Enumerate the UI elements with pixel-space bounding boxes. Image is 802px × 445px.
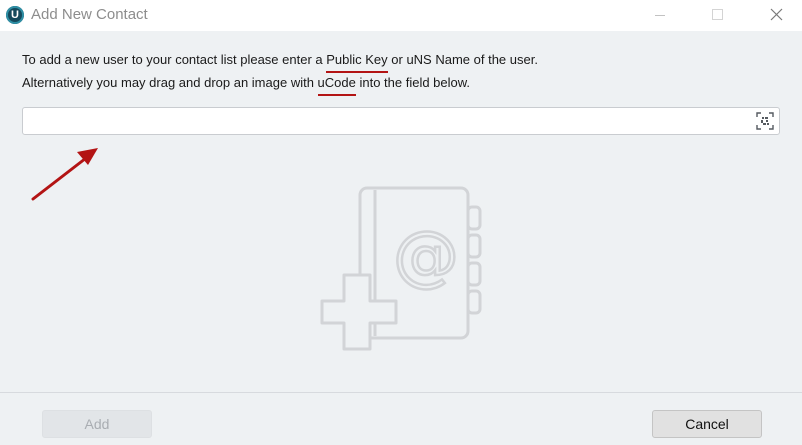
public-key-input[interactable] [29,112,749,130]
maximize-icon [712,9,723,20]
instruction-text: into the field below. [355,75,471,90]
ucode-highlight: uCode [317,75,357,96]
window-title: Add New Contact [31,6,148,23]
minimize-icon [655,15,665,16]
close-icon [770,8,783,21]
annotation-arrow-icon [31,148,98,201]
minimize-button[interactable] [638,0,684,31]
instruction-text: To add a new user to your contact list p… [22,52,327,67]
add-contact-dialog: U Add New Contact To add a new user to y… [0,0,802,445]
instruction-line-1: To add a new user to your contact list p… [22,52,538,73]
cancel-button[interactable]: Cancel [652,410,762,438]
footer-divider [0,392,802,393]
public-key-input-field[interactable] [22,107,780,135]
maximize-button[interactable] [695,0,741,31]
address-book-add-icon: @ [320,186,482,351]
public-key-highlight: Public Key [326,52,389,73]
instruction-line-2: Alternatively you may drag and drop an i… [22,75,471,96]
at-sign-glyph: @ [393,217,459,294]
app-logo-icon: U [6,6,24,24]
instruction-text: or uNS Name of the user. [387,52,538,67]
title-bar[interactable]: U Add New Contact [0,0,802,31]
close-button[interactable] [754,0,800,31]
scan-qr-icon[interactable] [755,111,775,131]
instruction-text: Alternatively you may drag and drop an i… [22,75,318,90]
add-button[interactable]: Add [42,410,152,438]
